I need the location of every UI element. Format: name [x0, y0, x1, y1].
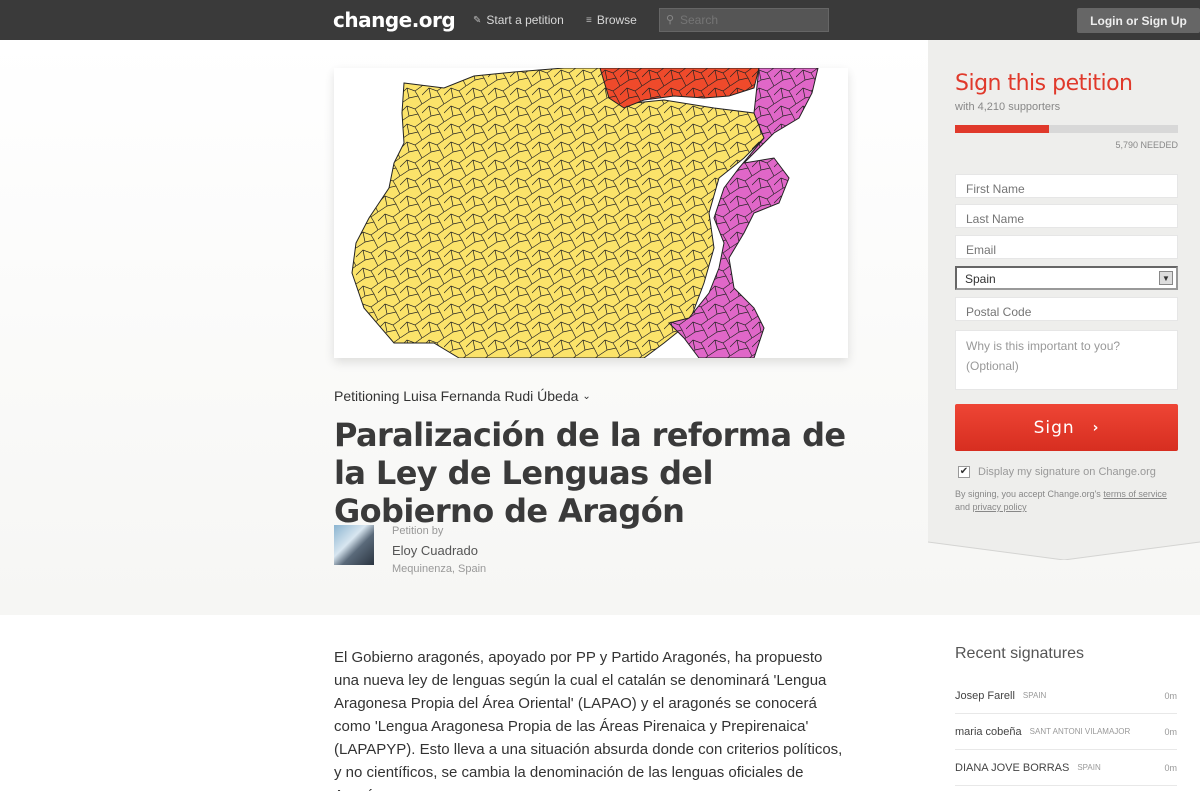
sign-petition-panel: [928, 40, 1200, 540]
signature-time: 0m: [1164, 690, 1177, 701]
country-value: Spain: [965, 272, 996, 286]
browse-link[interactable]: ≡ Browse: [586, 13, 637, 27]
browse-label: Browse: [596, 13, 637, 27]
signature-time: 0m: [1164, 726, 1177, 737]
first-name-field[interactable]: [955, 174, 1178, 198]
pencil-icon: ✎: [473, 14, 482, 26]
change-org-logo[interactable]: change.org: [333, 8, 456, 32]
display-signature-row: ✔ Display my signature on Change.org: [958, 466, 1156, 478]
petition-by-label: Petition by: [392, 525, 444, 537]
search-box: ⚲: [659, 8, 829, 32]
petitioning-label: Petitioning Luisa Fernanda Rudi Úbeda: [334, 388, 579, 404]
start-petition-label: Start a petition: [486, 13, 564, 27]
terms-and: and: [955, 502, 971, 512]
sign-title: Sign this petition: [955, 71, 1133, 96]
dropdown-arrow-icon: ▼: [1159, 271, 1173, 285]
sign-button[interactable]: Sign ›: [955, 404, 1178, 451]
login-signup-button[interactable]: Login or Sign Up: [1077, 8, 1200, 33]
sign-button-label: Sign: [1033, 417, 1075, 438]
author-location: Mequinenza, Spain: [392, 563, 487, 575]
sign-panel-pointer: [928, 540, 1200, 560]
signer-name: maria cobeña: [955, 725, 1022, 738]
postal-code-field[interactable]: [955, 297, 1178, 321]
signer-location: SANT ANTONI VILAMAJOR: [1029, 727, 1131, 736]
terms-of-service-link[interactable]: terms of service: [1103, 489, 1167, 499]
signature-time: 0m: [1164, 762, 1177, 773]
chevron-down-icon: ⌄: [582, 390, 591, 402]
chevron-right-icon: ›: [1092, 419, 1100, 436]
reason-textarea[interactable]: Why is this important to you? (Optional): [955, 330, 1178, 390]
signature-row: maria cobeña SANT ANTONI VILAMAJOR 0m: [955, 714, 1177, 750]
list-icon: ≡: [586, 14, 592, 26]
privacy-policy-link[interactable]: privacy policy: [973, 502, 1027, 512]
search-icon: ⚲: [666, 14, 675, 26]
display-signature-label: Display my signature on Change.org: [978, 466, 1156, 478]
terms-prefix: By signing, you accept Change.org's: [955, 489, 1101, 499]
author-name[interactable]: Eloy Cuadrado: [392, 543, 478, 558]
aragon-language-map: [351, 68, 819, 358]
signature-progress-bar: [955, 125, 1178, 133]
author-avatar[interactable]: [334, 525, 374, 565]
display-signature-checkbox[interactable]: ✔: [958, 466, 970, 478]
signer-name: DIANA JOVE BORRAS: [955, 761, 1070, 774]
progress-fill: [955, 125, 1049, 133]
signer-location: SPAIN: [1022, 691, 1047, 700]
search-input[interactable]: [660, 9, 828, 31]
petitioning-target[interactable]: Petitioning Luisa Fernanda Rudi Úbeda ⌄: [334, 388, 591, 404]
last-name-field[interactable]: [955, 204, 1178, 228]
signer-location: SPAIN: [1077, 763, 1101, 772]
signature-row: DIANA JOVE BORRAS SPAIN 0m: [955, 750, 1177, 786]
start-petition-link[interactable]: ✎ Start a petition: [473, 13, 564, 27]
supporter-count: with 4,210 supporters: [955, 101, 1061, 113]
country-select[interactable]: Spain ▼: [955, 266, 1178, 290]
signatures-needed: 5,790 NEEDED: [1115, 140, 1178, 150]
petition-map-image: [334, 68, 848, 358]
signature-row: Josep Farell SPAIN 0m: [955, 678, 1177, 714]
petition-description: El Gobierno aragonés, apoyado por PP y P…: [334, 649, 843, 791]
top-nav: change.org ✎ Start a petition ≡ Browse ⚲…: [0, 0, 1200, 40]
petition-title: Paralización de la reforma de la Ley de …: [334, 416, 846, 530]
signer-name: Josep Farell: [955, 689, 1015, 702]
terms-notice: By signing, you accept Change.org's term…: [955, 488, 1175, 514]
recent-signatures-title: Recent signatures: [955, 645, 1084, 662]
email-field[interactable]: [955, 235, 1178, 259]
